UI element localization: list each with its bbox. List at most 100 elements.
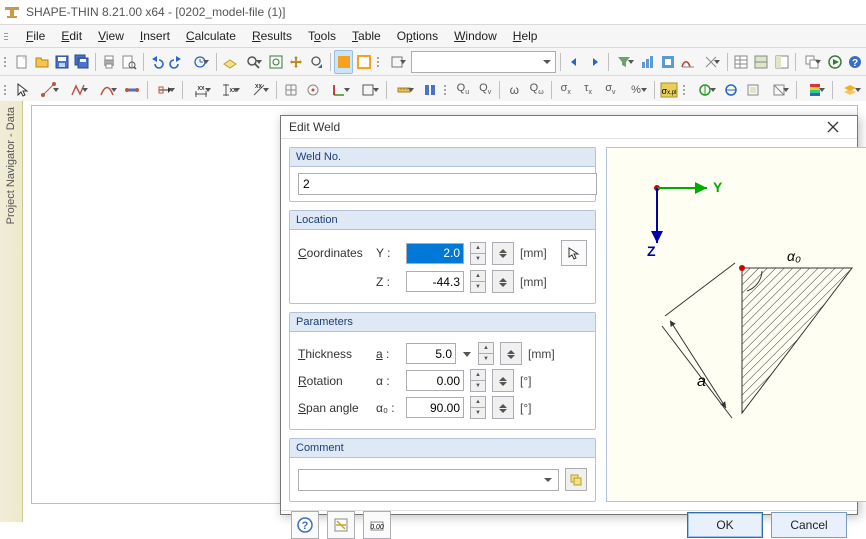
- dim-vert-icon[interactable]: xx: [216, 78, 243, 102]
- menu-window[interactable]: Window: [446, 27, 505, 45]
- calc-run-icon[interactable]: [826, 50, 844, 74]
- menu-grip[interactable]: [4, 27, 14, 45]
- render-mode-2-icon[interactable]: [355, 50, 373, 74]
- cp-d-icon[interactable]: [765, 78, 792, 102]
- zoom-icon[interactable]: [241, 50, 265, 74]
- results-b-icon[interactable]: [659, 50, 677, 74]
- thickness-spin[interactable]: ▲▼: [478, 342, 494, 365]
- ok-button[interactable]: OK: [687, 512, 763, 538]
- menu-view[interactable]: View: [90, 27, 132, 45]
- stress-omega-icon[interactable]: ω: [504, 78, 524, 102]
- select-icon[interactable]: [13, 78, 33, 102]
- toolbar1-grip[interactable]: [4, 52, 8, 72]
- undo-icon[interactable]: [147, 50, 165, 74]
- arrow-right-icon[interactable]: [585, 50, 603, 74]
- menu-help[interactable]: Help: [505, 27, 546, 45]
- menu-file[interactable]: File: [18, 27, 53, 45]
- thickness-step[interactable]: [500, 342, 522, 365]
- previous-view-icon[interactable]: [307, 50, 325, 74]
- menu-options[interactable]: Options: [389, 27, 446, 45]
- node-icon[interactable]: [35, 78, 62, 102]
- results-filter-icon[interactable]: [612, 50, 636, 74]
- cancel-button[interactable]: Cancel: [771, 512, 847, 538]
- print-icon[interactable]: [100, 50, 118, 74]
- table-b-icon[interactable]: [752, 50, 770, 74]
- section-prop-icon[interactable]: [419, 78, 439, 102]
- dim-horiz-icon[interactable]: xx: [187, 78, 214, 102]
- z-spin[interactable]: ▲▼: [470, 270, 486, 293]
- stress-tau-icon[interactable]: τx: [578, 78, 598, 102]
- line-icon[interactable]: [64, 78, 91, 102]
- pan-icon[interactable]: [287, 50, 305, 74]
- units-icon[interactable]: 0.00: [363, 511, 391, 539]
- comment-pick-icon[interactable]: [565, 468, 587, 491]
- toolbar-combo[interactable]: [411, 51, 556, 73]
- save-icon[interactable]: [53, 50, 71, 74]
- menu-table[interactable]: Table: [344, 27, 389, 45]
- help-icon[interactable]: ?: [846, 50, 864, 74]
- toolbar2-grip-3[interactable]: [683, 80, 688, 100]
- z-input[interactable]: [406, 271, 464, 292]
- y-input[interactable]: [406, 243, 464, 264]
- menu-tools[interactable]: Tools: [300, 27, 344, 45]
- redo-icon[interactable]: [168, 50, 186, 74]
- save-all-icon[interactable]: [73, 50, 91, 74]
- color-scale-icon[interactable]: [801, 78, 828, 102]
- zoom-fit-icon[interactable]: [267, 50, 285, 74]
- stress-sigmax-icon[interactable]: σx: [556, 78, 576, 102]
- toolbar2-grip-2[interactable]: [444, 80, 449, 100]
- ortho-icon[interactable]: [355, 78, 382, 102]
- thickness-dropdown-icon[interactable]: [462, 344, 472, 363]
- results-d-icon[interactable]: [699, 50, 723, 74]
- span-step[interactable]: [492, 396, 514, 419]
- stress-qomega-icon[interactable]: Qω: [526, 78, 546, 102]
- arrow-left-icon[interactable]: [565, 50, 583, 74]
- cp-b-icon[interactable]: [721, 78, 741, 102]
- y-step[interactable]: [492, 242, 514, 265]
- y-spin[interactable]: ▲▼: [470, 242, 486, 265]
- stress-sigmav-icon[interactable]: σv: [600, 78, 620, 102]
- toolbar1-grip-2[interactable]: [377, 52, 381, 72]
- span-input[interactable]: [406, 397, 464, 418]
- dialog-title-bar[interactable]: Edit Weld: [281, 116, 857, 139]
- plastic-sigma-icon[interactable]: σx,pl: [658, 78, 678, 102]
- menu-calculate[interactable]: Calculate: [178, 27, 244, 45]
- copy-view-icon[interactable]: [800, 50, 824, 74]
- work-plane-icon[interactable]: [221, 50, 239, 74]
- rotation-step[interactable]: [492, 369, 514, 392]
- element-icon[interactable]: [122, 78, 142, 102]
- results-c-icon[interactable]: [679, 50, 697, 74]
- menu-edit[interactable]: Edit: [53, 27, 90, 45]
- print-preview-icon[interactable]: [120, 50, 138, 74]
- pick-point-icon[interactable]: [561, 240, 587, 266]
- menu-insert[interactable]: Insert: [132, 27, 178, 45]
- dim-align-icon[interactable]: xx: [245, 78, 272, 102]
- undo-history-icon[interactable]: [188, 50, 212, 74]
- thickness-input[interactable]: [406, 343, 456, 364]
- menu-results[interactable]: Results: [244, 27, 300, 45]
- results-a-icon[interactable]: [639, 50, 657, 74]
- stress-qv-icon[interactable]: Qv: [475, 78, 495, 102]
- open-file-icon[interactable]: [33, 50, 51, 74]
- help-dialog-icon[interactable]: ?: [291, 511, 319, 539]
- stress-percent-icon[interactable]: %: [623, 78, 650, 102]
- table-show-icon[interactable]: [732, 50, 750, 74]
- project-navigator-tab[interactable]: Project Navigator - Data: [0, 101, 23, 522]
- display-mode-icon[interactable]: [385, 50, 409, 74]
- axis-icon[interactable]: [326, 78, 353, 102]
- move-icon[interactable]: [151, 78, 178, 102]
- cp-a-icon[interactable]: [692, 78, 719, 102]
- z-step[interactable]: [492, 270, 514, 293]
- stress-qu-icon[interactable]: Qu: [453, 78, 473, 102]
- span-spin[interactable]: ▲▼: [470, 396, 486, 419]
- apply-default-icon[interactable]: [327, 511, 355, 539]
- toolbar2-grip[interactable]: [4, 80, 9, 100]
- layers-icon[interactable]: [837, 78, 864, 102]
- close-icon[interactable]: [817, 116, 849, 138]
- render-mode-1-icon[interactable]: [334, 50, 352, 74]
- table-c-icon[interactable]: [773, 50, 791, 74]
- rotation-spin[interactable]: ▲▼: [470, 369, 486, 392]
- grid-icon[interactable]: [281, 78, 301, 102]
- arc-icon[interactable]: [93, 78, 120, 102]
- measure-icon[interactable]: [390, 78, 417, 102]
